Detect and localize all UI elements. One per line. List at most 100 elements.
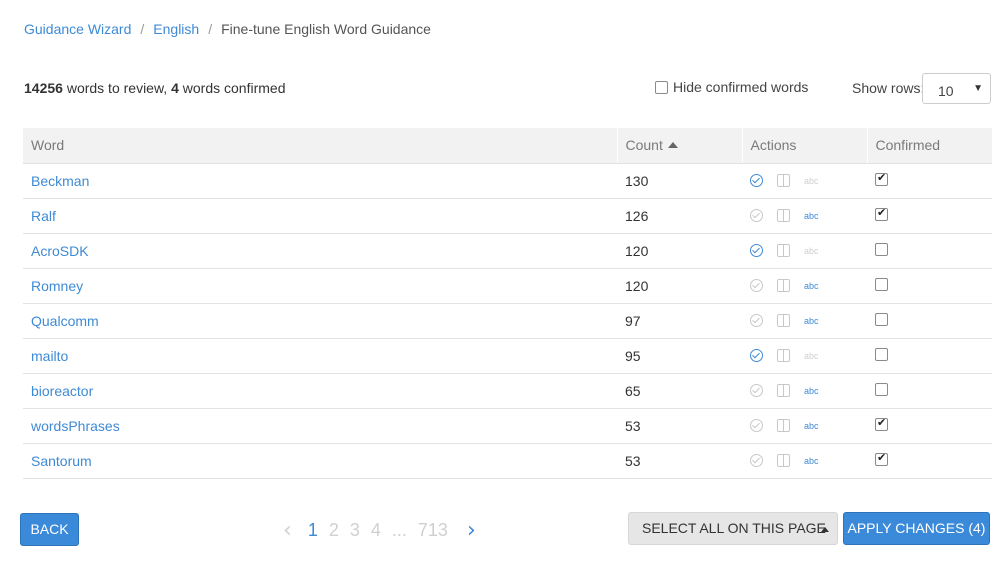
spellcheck-abc-icon[interactable]: abc [804, 421, 819, 431]
confirmed-checkbox[interactable] [875, 382, 888, 396]
table-row: AcroSDK 120 abc [23, 233, 992, 269]
check-circle-icon[interactable] [750, 279, 763, 292]
split-columns-icon[interactable] [777, 244, 790, 257]
page-last[interactable]: 713 [418, 520, 448, 541]
show-rows-label: Show rows: [852, 80, 925, 96]
caret-up-icon[interactable] [821, 527, 829, 532]
chevron-right-icon[interactable]: › [467, 518, 476, 543]
check-circle-icon[interactable] [750, 454, 763, 467]
count-cell: 53 [617, 443, 742, 479]
breadcrumb-guidance-wizard[interactable]: Guidance Wizard [24, 21, 131, 37]
word-cell: Romney [23, 268, 617, 304]
back-button[interactable]: BACK [20, 513, 79, 546]
confirmed-count: 4 [171, 80, 179, 96]
word-cell: Qualcomm [23, 303, 617, 339]
word-cell: AcroSDK [23, 233, 617, 269]
check-circle-icon[interactable] [750, 349, 763, 362]
hide-confirmed-toggle[interactable]: Hide confirmed words [655, 79, 808, 95]
spellcheck-abc-icon[interactable]: abc [804, 281, 819, 291]
split-columns-icon[interactable] [777, 174, 790, 187]
word-cell: Ralf [23, 198, 617, 234]
spellcheck-abc-icon[interactable]: abc [804, 176, 819, 186]
check-circle-icon[interactable] [750, 209, 763, 222]
table-header-row: Word Count Actions Confirmed [23, 128, 992, 164]
confirmed-cell [867, 233, 992, 269]
spellcheck-abc-icon[interactable]: abc [804, 386, 819, 396]
hide-confirmed-checkbox[interactable] [655, 80, 668, 94]
count-cell: 53 [617, 408, 742, 444]
word-link[interactable]: bioreactor [31, 383, 93, 399]
confirmed-checkbox[interactable] [875, 171, 888, 186]
word-table: Word Count Actions Confirmed Beckman 130 a… [23, 128, 992, 479]
split-columns-icon[interactable] [777, 209, 790, 222]
split-columns-icon[interactable] [777, 314, 790, 327]
word-cell: Santorum [23, 443, 617, 479]
confirmed-checkbox[interactable] [875, 277, 888, 291]
actions-cell: abc [742, 233, 867, 269]
breadcrumb-english[interactable]: English [153, 21, 199, 37]
spellcheck-abc-icon[interactable]: abc [804, 456, 819, 466]
confirmed-checkbox[interactable] [875, 206, 888, 221]
actions-cell: abc [742, 163, 867, 199]
breadcrumb: Guidance Wizard / English / Fine-tune En… [24, 21, 431, 37]
confirmed-checkbox[interactable] [875, 312, 888, 326]
page-2[interactable]: 2 [329, 520, 339, 541]
table-row: mailto 95 abc [23, 338, 992, 374]
count-cell: 95 [617, 338, 742, 374]
confirmed-checkbox[interactable] [875, 451, 888, 466]
word-link[interactable]: Ralf [31, 208, 56, 224]
word-link[interactable]: AcroSDK [31, 243, 89, 259]
actions-cell: abc [742, 268, 867, 304]
rows-per-page-select[interactable]: 10 ▼ [922, 73, 991, 104]
page-3[interactable]: 3 [350, 520, 360, 541]
word-link[interactable]: Santorum [31, 453, 92, 469]
table-row: Beckman 130 abc [23, 163, 992, 199]
chevron-down-icon: ▼ [973, 83, 983, 94]
count-cell: 97 [617, 303, 742, 339]
confirmed-text: words confirmed [178, 80, 286, 96]
page-4[interactable]: 4 [371, 520, 381, 541]
word-link[interactable]: Romney [31, 278, 83, 294]
spellcheck-abc-icon[interactable]: abc [804, 211, 819, 221]
rows-per-page-value: 10 [938, 83, 954, 99]
confirmed-cell [867, 408, 992, 444]
select-all-on-page-button[interactable]: SELECT ALL ON THIS PAGE [628, 512, 838, 545]
word-cell: bioreactor [23, 373, 617, 409]
review-summary: 14256 words to review, 4 words confirmed [24, 80, 285, 96]
word-link[interactable]: Qualcomm [31, 313, 99, 329]
confirmed-checkbox[interactable] [875, 347, 888, 361]
confirmed-cell [867, 338, 992, 374]
count-cell: 126 [617, 198, 742, 234]
check-circle-icon[interactable] [750, 384, 763, 397]
to-review-count: 14256 [24, 80, 63, 96]
column-header-confirmed[interactable]: Confirmed [866, 128, 992, 164]
check-circle-icon[interactable] [750, 419, 763, 432]
confirmed-cell [867, 198, 992, 234]
check-circle-icon[interactable] [750, 314, 763, 327]
actions-cell: abc [742, 303, 867, 339]
actions-cell: abc [742, 443, 867, 479]
split-columns-icon[interactable] [777, 454, 790, 467]
spellcheck-abc-icon[interactable]: abc [804, 316, 819, 326]
page-1[interactable]: 1 [308, 520, 318, 541]
word-link[interactable]: Beckman [31, 173, 89, 189]
split-columns-icon[interactable] [777, 279, 790, 292]
spellcheck-abc-icon[interactable]: abc [804, 351, 819, 361]
check-circle-icon[interactable] [750, 244, 763, 257]
confirmed-checkbox[interactable] [875, 242, 888, 256]
chevron-left-icon[interactable]: ‹ [283, 518, 292, 543]
split-columns-icon[interactable] [777, 419, 790, 432]
word-link[interactable]: mailto [31, 348, 68, 364]
column-header-count[interactable]: Count [616, 128, 742, 164]
table-row: Ralf 126 abc [23, 198, 992, 234]
confirmed-checkbox[interactable] [875, 416, 888, 431]
word-link[interactable]: wordsPhrases [31, 418, 120, 434]
check-circle-icon[interactable] [750, 174, 763, 187]
split-columns-icon[interactable] [777, 384, 790, 397]
spellcheck-abc-icon[interactable]: abc [804, 246, 819, 256]
apply-changes-button[interactable]: APPLY CHANGES (4) [843, 512, 990, 545]
table-row: wordsPhrases 53 abc [23, 408, 992, 444]
word-cell: Beckman [23, 163, 617, 199]
split-columns-icon[interactable] [777, 349, 790, 362]
column-header-word[interactable]: Word [23, 128, 617, 164]
